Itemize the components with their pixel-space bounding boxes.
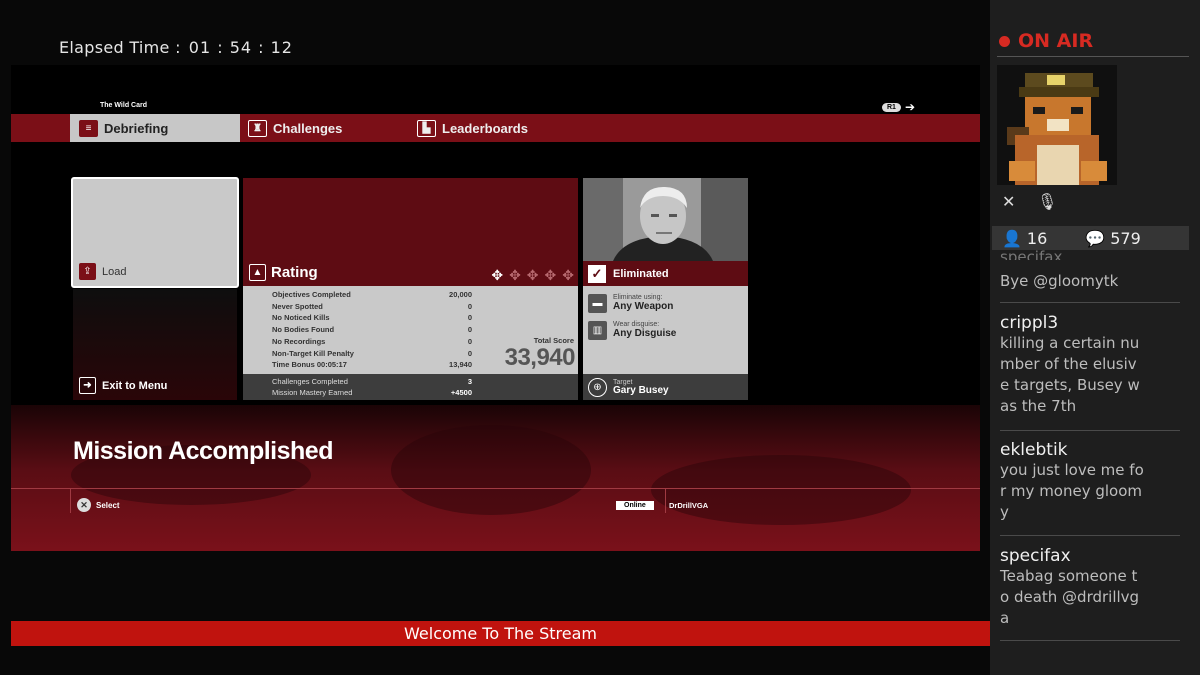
silent-assassin-icon: ✥	[544, 267, 557, 283]
footer-tick	[70, 489, 71, 513]
bonus-row: Mission Mastery Earned +4500	[272, 388, 472, 397]
chat-username: crippl3	[1000, 313, 1059, 333]
contract-title: The Wild Card	[100, 102, 147, 109]
checkmark-icon: ✓	[588, 264, 606, 283]
score-row: No Bodies Found 0	[272, 325, 472, 334]
select-hint: ✕ Select	[77, 498, 120, 512]
total-score-value: 33,940	[504, 344, 576, 371]
silent-assassin-icon: ✥	[509, 267, 521, 283]
chat-username: specifax	[1000, 546, 1071, 566]
chat-text: Teabag someone to death @drdrillvga	[1000, 567, 1140, 627]
on-air-label: ON AIR	[1018, 30, 1094, 52]
exit-label: Exit to Menu	[102, 379, 168, 392]
world-map-background	[11, 405, 980, 551]
disguise-icon: ▥	[588, 321, 607, 340]
score-row: Time Bonus 00:05:17 13,940	[272, 360, 472, 369]
chat-username: specifax	[1000, 250, 1063, 260]
comment-count: 579	[1110, 228, 1141, 248]
comment-icon: 💬	[1085, 228, 1106, 248]
tab-label: Challenges	[273, 120, 343, 136]
silent-assassin-icon: ✥	[491, 267, 504, 283]
chat-divider	[1000, 640, 1180, 641]
tab-bar: ≡ Debriefing ♜ Challenges ▙ Leaderboards	[11, 114, 980, 142]
bonus-breakdown: Challenges Completed 3 Mission Mastery Ea…	[243, 374, 578, 400]
arrow-right-icon: ➔	[904, 100, 915, 114]
load-label: Load	[102, 265, 127, 278]
score-row: Never Spotted 0	[272, 302, 472, 311]
chat-message: specifax Teabag someone to death @drdril…	[1000, 546, 1145, 629]
tab-label: Debriefing	[104, 120, 169, 136]
bonus-row: Challenges Completed 3	[272, 377, 472, 386]
silent-assassin-icon: ✥	[526, 267, 539, 283]
exit-icon: ➜	[79, 377, 96, 394]
document-icon: ≡	[79, 119, 98, 137]
on-air-divider	[997, 56, 1189, 57]
score-row: Non-Target Kill Penalty 0	[272, 349, 472, 358]
cross-button-icon: ✕	[77, 498, 91, 512]
chat-text: Bye @gloomytk	[1000, 272, 1119, 290]
chat-text: killing a certain number of the elusive …	[1000, 334, 1140, 415]
podium-icon: ▙	[417, 119, 436, 137]
target-portrait	[583, 178, 748, 261]
on-air-indicator: ON AIR	[999, 30, 1093, 52]
live-dot-icon	[999, 35, 1010, 47]
mission-status: Mission Accomplished	[73, 437, 333, 465]
welcome-banner: Welcome To The Stream	[11, 621, 990, 646]
tab-debriefing[interactable]: ≡ Debriefing	[70, 114, 240, 142]
tab-challenges[interactable]: ♜ Challenges	[248, 114, 342, 142]
chat-divider	[1000, 535, 1180, 536]
load-tile[interactable]: ⇪ Load	[71, 177, 239, 288]
rating-title: Rating	[271, 264, 318, 281]
chat-message: crippl3 killing a certain number of the …	[1000, 313, 1145, 417]
chat-username: eklebtik	[1000, 440, 1068, 460]
tab-leaderboards[interactable]: ▙ Leaderboards	[417, 114, 528, 142]
microphone-icon[interactable]: 🎙	[1037, 192, 1057, 212]
score-row: Objectives Completed 20,000	[272, 290, 472, 299]
target-card: ✓ Eliminated ▬ Eliminate using: Any Weap…	[583, 178, 748, 400]
crosshair-icon: ⊕	[588, 377, 607, 397]
score-breakdown: Objectives Completed 20,000 Never Spotted…	[243, 286, 578, 374]
disguise-requirement: ▥ Wear disguise: Any Disguise	[588, 321, 676, 340]
elapsed-label: Elapsed Time :	[59, 38, 181, 57]
rating-stars: ✥ ✥ ✥ ✥ ✥	[491, 267, 574, 284]
r1-button-icon: R1	[881, 102, 901, 112]
chat-divider	[1000, 302, 1180, 303]
elapsed-value: 01 : 54 : 12	[188, 38, 293, 57]
exit-to-menu-tile[interactable]: ➜ Exit to Menu	[73, 289, 237, 400]
footer-divider	[11, 488, 980, 489]
gamertag: DrDrillVGA	[669, 501, 709, 510]
viewer-icon: 👤	[1002, 228, 1022, 248]
footer-tick	[665, 489, 666, 513]
avatar	[997, 65, 1117, 185]
elapsed-time: Elapsed Time : 01 : 54 : 12	[59, 38, 293, 57]
target-status: Eliminated	[613, 267, 669, 280]
upload-icon: ⇪	[79, 263, 96, 280]
chat-message: specifax Bye @gloomytk	[1000, 250, 1145, 292]
game-capture: The Wild Card R1 ➔ ≡ Debriefing ♜ Challe…	[11, 65, 980, 551]
chat-message: eklebtik you just love me for my money g…	[1000, 440, 1145, 523]
camera-off-icon[interactable]: ✕	[1002, 192, 1015, 212]
chat-feed[interactable]: specifax Bye @gloomytk crippl3 killing a…	[992, 250, 1189, 650]
pistol-icon: ▬	[588, 294, 607, 313]
weapon-requirement: ▬ Eliminate using: Any Weapon	[588, 294, 673, 313]
online-badge: Online	[616, 501, 654, 510]
chat-divider	[1000, 430, 1180, 431]
target-requirements: ▬ Eliminate using: Any Weapon ▥ Wear dis…	[583, 286, 748, 374]
stream-stats: 👤 16 💬 579	[992, 226, 1189, 250]
agent-icon: ▲	[249, 264, 266, 281]
select-label: Select	[96, 500, 120, 510]
score-row: No Recordings 0	[272, 337, 472, 346]
target-name: Gary Busey	[613, 384, 669, 396]
chat-text: you just love me for my money gloomy	[1000, 461, 1144, 521]
silent-assassin-icon: ✥	[562, 267, 574, 283]
target-name-bar: ⊕ Target Gary Busey	[583, 374, 748, 400]
viewer-count: 16	[1026, 228, 1048, 248]
trophy-icon: ♜	[248, 119, 267, 137]
next-page-hint[interactable]: R1 ➔	[881, 100, 915, 114]
score-row: No Noticed Kills 0	[272, 313, 472, 322]
tab-label: Leaderboards	[442, 120, 528, 136]
rating-card: ▲ Rating ✥ ✥ ✥ ✥ ✥ Objectives Completed 2…	[243, 178, 578, 400]
